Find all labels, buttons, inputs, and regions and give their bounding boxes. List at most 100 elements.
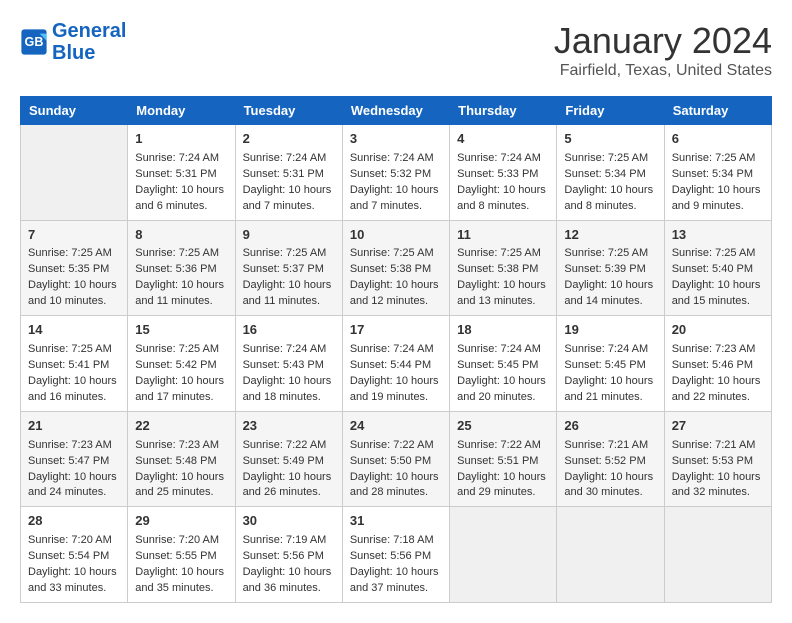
- col-header-saturday: Saturday: [664, 97, 771, 125]
- day-number: 27: [672, 417, 764, 436]
- day-number: 23: [243, 417, 335, 436]
- day-info: Sunrise: 7:23 AM Sunset: 5:46 PM Dayligh…: [672, 342, 764, 406]
- day-number: 28: [28, 512, 120, 531]
- day-info: Sunrise: 7:19 AM Sunset: 5:56 PM Dayligh…: [243, 533, 335, 597]
- calendar-cell: 27 Sunrise: 7:21 AM Sunset: 5:53 PM Dayli…: [664, 411, 771, 507]
- day-number: 19: [564, 321, 656, 340]
- day-number: 12: [564, 226, 656, 245]
- calendar-cell: 12Sunrise: 7:25 AM Sunset: 5:39 PM Dayli…: [557, 220, 664, 316]
- calendar-cell: 6 Sunrise: 7:25 AM Sunset: 5:34 PM Daylig…: [664, 125, 771, 221]
- calendar-cell: 9Sunrise: 7:25 AM Sunset: 5:37 PM Daylig…: [235, 220, 342, 316]
- svg-text:GB: GB: [25, 35, 44, 49]
- calendar-cell: 17 Sunrise: 7:24 AM Sunset: 5:44 PM Dayli…: [342, 316, 449, 412]
- col-header-friday: Friday: [557, 97, 664, 125]
- calendar-week-row: 28 Sunrise: 7:20 AM Sunset: 5:54 PM Dayli…: [21, 507, 772, 603]
- page-header: GB General Blue January 2024 Fairfield, …: [20, 20, 772, 80]
- col-header-wednesday: Wednesday: [342, 97, 449, 125]
- day-info: Sunrise: 7:25 AM Sunset: 5:35 PM Dayligh…: [28, 246, 120, 310]
- calendar-cell: 29 Sunrise: 7:20 AM Sunset: 5:55 PM Dayli…: [128, 507, 235, 603]
- logo-text2: Blue: [52, 42, 126, 64]
- day-number: 17: [350, 321, 442, 340]
- day-info: Sunrise: 7:24 AM Sunset: 5:44 PM Dayligh…: [350, 342, 442, 406]
- calendar-cell: 24 Sunrise: 7:22 AM Sunset: 5:50 PM Dayli…: [342, 411, 449, 507]
- calendar-cell: 14Sunrise: 7:25 AM Sunset: 5:41 PM Dayli…: [21, 316, 128, 412]
- calendar-cell: 21Sunrise: 7:23 AM Sunset: 5:47 PM Dayli…: [21, 411, 128, 507]
- calendar-cell: 2Sunrise: 7:24 AM Sunset: 5:31 PM Daylig…: [235, 125, 342, 221]
- calendar-cell: 13Sunrise: 7:25 AM Sunset: 5:40 PM Dayli…: [664, 220, 771, 316]
- calendar-table: SundayMondayTuesdayWednesdayThursdayFrid…: [20, 96, 772, 603]
- day-number: 8: [135, 226, 227, 245]
- day-info: Sunrise: 7:24 AM Sunset: 5:31 PM Dayligh…: [135, 151, 227, 215]
- day-info: Sunrise: 7:22 AM Sunset: 5:51 PM Dayligh…: [457, 438, 549, 502]
- calendar-week-row: 21Sunrise: 7:23 AM Sunset: 5:47 PM Dayli…: [21, 411, 772, 507]
- day-number: 7: [28, 226, 120, 245]
- day-number: 1: [135, 130, 227, 149]
- day-number: 9: [243, 226, 335, 245]
- col-header-tuesday: Tuesday: [235, 97, 342, 125]
- day-number: 22: [135, 417, 227, 436]
- day-info: Sunrise: 7:20 AM Sunset: 5:55 PM Dayligh…: [135, 533, 227, 597]
- day-info: Sunrise: 7:24 AM Sunset: 5:32 PM Dayligh…: [350, 151, 442, 215]
- calendar-cell: 16Sunrise: 7:24 AM Sunset: 5:43 PM Dayli…: [235, 316, 342, 412]
- day-info: Sunrise: 7:25 AM Sunset: 5:37 PM Dayligh…: [243, 246, 335, 310]
- day-number: 6: [672, 130, 764, 149]
- calendar-cell: 30Sunrise: 7:19 AM Sunset: 5:56 PM Dayli…: [235, 507, 342, 603]
- day-number: 4: [457, 130, 549, 149]
- calendar-cell: 4 Sunrise: 7:24 AM Sunset: 5:33 PM Daylig…: [450, 125, 557, 221]
- logo: GB General Blue: [20, 20, 126, 64]
- day-info: Sunrise: 7:25 AM Sunset: 5:39 PM Dayligh…: [564, 246, 656, 310]
- day-info: Sunrise: 7:25 AM Sunset: 5:40 PM Dayligh…: [672, 246, 764, 310]
- day-info: Sunrise: 7:24 AM Sunset: 5:45 PM Dayligh…: [457, 342, 549, 406]
- calendar-cell: [664, 507, 771, 603]
- col-header-sunday: Sunday: [21, 97, 128, 125]
- day-number: 13: [672, 226, 764, 245]
- calendar-cell: 23 Sunrise: 7:22 AM Sunset: 5:49 PM Dayli…: [235, 411, 342, 507]
- day-number: 21: [28, 417, 120, 436]
- day-info: Sunrise: 7:25 AM Sunset: 5:34 PM Dayligh…: [672, 151, 764, 215]
- day-info: Sunrise: 7:22 AM Sunset: 5:50 PM Dayligh…: [350, 438, 442, 502]
- day-info: Sunrise: 7:23 AM Sunset: 5:48 PM Dayligh…: [135, 438, 227, 502]
- calendar-cell: 15 Sunrise: 7:25 AM Sunset: 5:42 PM Dayli…: [128, 316, 235, 412]
- calendar-cell: 22 Sunrise: 7:23 AM Sunset: 5:48 PM Dayli…: [128, 411, 235, 507]
- calendar-cell: 25 Sunrise: 7:22 AM Sunset: 5:51 PM Dayli…: [450, 411, 557, 507]
- day-info: Sunrise: 7:22 AM Sunset: 5:49 PM Dayligh…: [243, 438, 335, 502]
- calendar-cell: [450, 507, 557, 603]
- day-number: 5: [564, 130, 656, 149]
- calendar-cell: 26Sunrise: 7:21 AM Sunset: 5:52 PM Dayli…: [557, 411, 664, 507]
- day-number: 29: [135, 512, 227, 531]
- day-number: 25: [457, 417, 549, 436]
- calendar-cell: 7Sunrise: 7:25 AM Sunset: 5:35 PM Daylig…: [21, 220, 128, 316]
- day-number: 18: [457, 321, 549, 340]
- day-info: Sunrise: 7:21 AM Sunset: 5:53 PM Dayligh…: [672, 438, 764, 502]
- logo-icon: GB: [20, 28, 48, 56]
- calendar-cell: 1 Sunrise: 7:24 AM Sunset: 5:31 PM Daylig…: [128, 125, 235, 221]
- day-number: 15: [135, 321, 227, 340]
- day-info: Sunrise: 7:25 AM Sunset: 5:36 PM Dayligh…: [135, 246, 227, 310]
- day-number: 16: [243, 321, 335, 340]
- calendar-cell: 3 Sunrise: 7:24 AM Sunset: 5:32 PM Daylig…: [342, 125, 449, 221]
- day-number: 3: [350, 130, 442, 149]
- day-number: 24: [350, 417, 442, 436]
- calendar-week-row: 7Sunrise: 7:25 AM Sunset: 5:35 PM Daylig…: [21, 220, 772, 316]
- day-number: 26: [564, 417, 656, 436]
- calendar-cell: [557, 507, 664, 603]
- calendar-week-row: 14Sunrise: 7:25 AM Sunset: 5:41 PM Dayli…: [21, 316, 772, 412]
- location-label: Fairfield, Texas, United States: [554, 62, 772, 80]
- calendar-cell: 11Sunrise: 7:25 AM Sunset: 5:38 PM Dayli…: [450, 220, 557, 316]
- day-info: Sunrise: 7:20 AM Sunset: 5:54 PM Dayligh…: [28, 533, 120, 597]
- calendar-cell: [21, 125, 128, 221]
- day-info: Sunrise: 7:25 AM Sunset: 5:41 PM Dayligh…: [28, 342, 120, 406]
- calendar-cell: 10Sunrise: 7:25 AM Sunset: 5:38 PM Dayli…: [342, 220, 449, 316]
- day-info: Sunrise: 7:18 AM Sunset: 5:56 PM Dayligh…: [350, 533, 442, 597]
- day-info: Sunrise: 7:25 AM Sunset: 5:42 PM Dayligh…: [135, 342, 227, 406]
- logo-text: General: [52, 20, 126, 42]
- calendar-cell: 5Sunrise: 7:25 AM Sunset: 5:34 PM Daylig…: [557, 125, 664, 221]
- col-header-monday: Monday: [128, 97, 235, 125]
- calendar-cell: 20 Sunrise: 7:23 AM Sunset: 5:46 PM Dayli…: [664, 316, 771, 412]
- calendar-cell: 8Sunrise: 7:25 AM Sunset: 5:36 PM Daylig…: [128, 220, 235, 316]
- calendar-cell: 31Sunrise: 7:18 AM Sunset: 5:56 PM Dayli…: [342, 507, 449, 603]
- calendar-cell: 18 Sunrise: 7:24 AM Sunset: 5:45 PM Dayli…: [450, 316, 557, 412]
- day-info: Sunrise: 7:25 AM Sunset: 5:38 PM Dayligh…: [350, 246, 442, 310]
- day-number: 20: [672, 321, 764, 340]
- day-info: Sunrise: 7:24 AM Sunset: 5:33 PM Dayligh…: [457, 151, 549, 215]
